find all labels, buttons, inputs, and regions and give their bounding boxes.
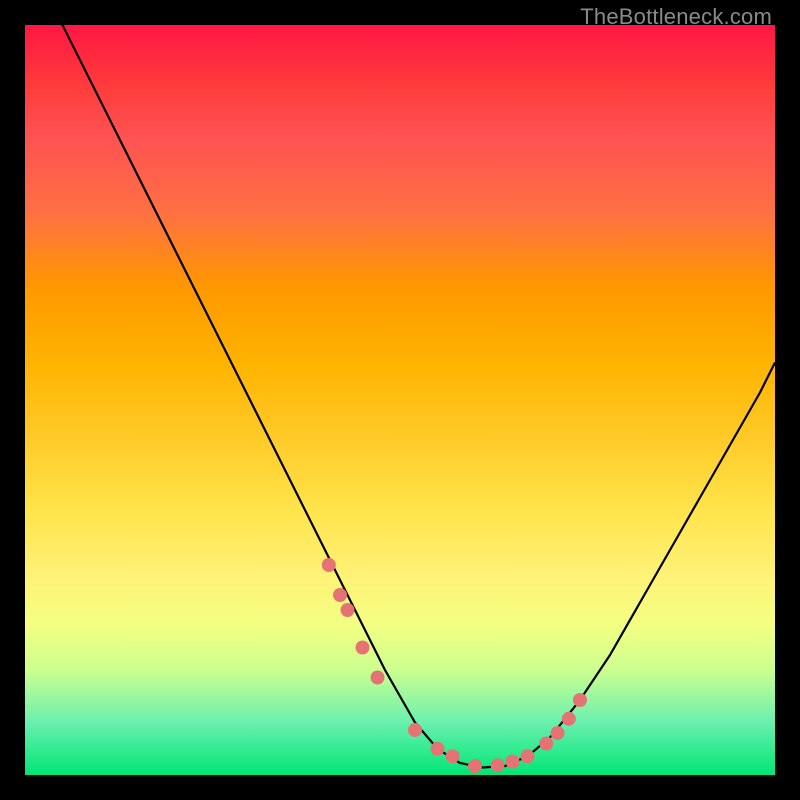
curve-dot [521,749,535,763]
curve-dot [562,712,576,726]
curve-dot [539,737,553,751]
curve-dot [322,558,336,572]
curve-dot [551,726,565,740]
curve-dot [573,693,587,707]
curve-line [25,0,775,768]
curve-dot [341,603,355,617]
curve-dots [322,558,587,773]
curve-dot [333,588,347,602]
curve-dot [491,758,505,772]
bottleneck-curve [25,25,775,775]
curve-dot [506,755,520,769]
curve-dot [431,742,445,756]
curve-dot [371,671,385,685]
curve-dot [446,749,460,763]
curve-dot [468,759,482,773]
curve-dot [408,723,422,737]
curve-dot [356,641,370,655]
